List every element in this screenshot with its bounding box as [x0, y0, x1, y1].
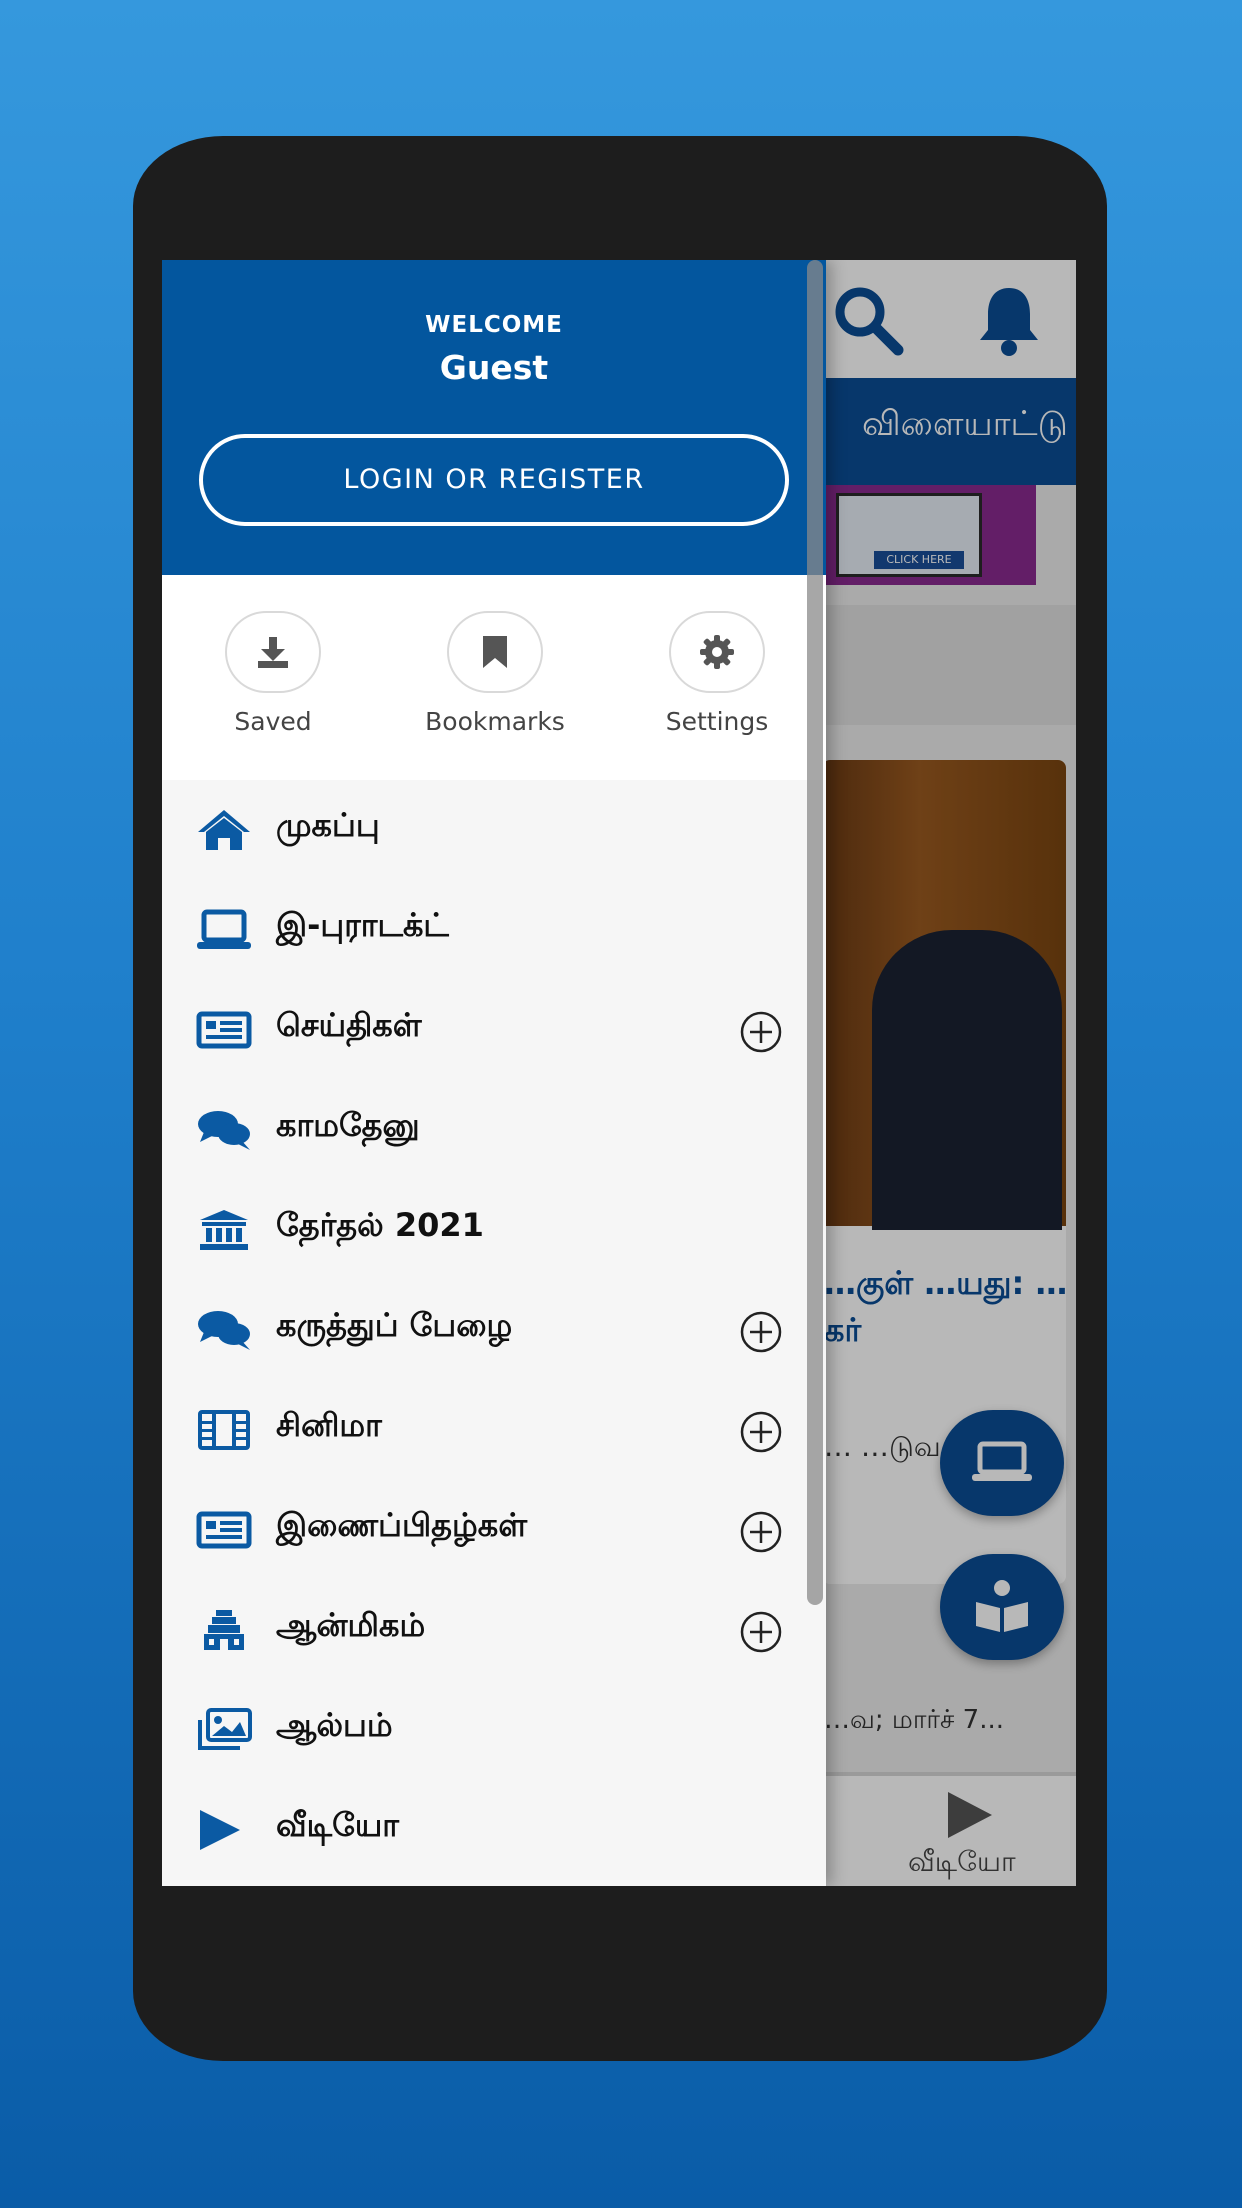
menu-item-kamadhenu[interactable]: காமதேனு — [162, 1080, 826, 1180]
login-register-button[interactable]: LOGIN OR REGISTER — [199, 434, 789, 526]
drawer-header: WELCOME Guest LOGIN OR REGISTER — [162, 260, 826, 575]
expand-plus-icon[interactable] — [739, 1010, 783, 1054]
menu-item-label: முகப்பு — [276, 806, 380, 844]
gear-icon — [700, 635, 734, 669]
menu-item-spiritual[interactable]: ஆன்மிகம் — [162, 1580, 826, 1680]
menu-item-label: ஆன்மிகம் — [276, 1606, 426, 1644]
expand-plus-icon[interactable] — [739, 1410, 783, 1454]
chat-icon — [198, 1311, 250, 1350]
user-name: Guest — [439, 348, 549, 387]
menu-item-opinion[interactable]: கருத்துப் பேழை — [162, 1280, 826, 1380]
saved-label: Saved — [234, 707, 312, 736]
saved-button[interactable]: Saved — [183, 611, 363, 736]
menu-item-supplements[interactable]: இணைப்பிதழ்கள் — [162, 1480, 826, 1580]
navigation-drawer: WELCOME Guest LOGIN OR REGISTER Saved Bo… — [162, 260, 826, 1886]
app-screen: விளையாட்டு CLICK HERE …குள் …யது: …கர் …… — [162, 260, 1076, 1886]
expand-plus-icon[interactable] — [739, 1510, 783, 1554]
newspaper-icon — [196, 1011, 252, 1049]
saved-icon-circle — [225, 611, 321, 693]
download-icon — [258, 637, 288, 668]
laptop-icon — [197, 909, 251, 949]
menu-item-label: காமதேனு — [276, 1106, 420, 1144]
welcome-label: WELCOME — [425, 312, 563, 338]
menu-item-label: செய்திகள் — [276, 1006, 422, 1044]
menu-item-election[interactable]: தேர்தல் 2021 — [162, 1180, 826, 1280]
menu-item-label: தேர்தல் 2021 — [276, 1206, 484, 1244]
menu-item-e-product[interactable]: இ-புராடக்ட் — [162, 880, 826, 980]
menu-item-label: ஆல்பம் — [276, 1706, 393, 1744]
home-icon — [198, 810, 250, 850]
menu-item-label: இணைப்பிதழ்கள் — [276, 1506, 528, 1544]
film-icon — [198, 1410, 250, 1450]
temple-icon — [204, 1610, 244, 1650]
expand-plus-icon[interactable] — [739, 1310, 783, 1354]
drawer-scrollbar[interactable] — [807, 260, 823, 1605]
bookmarks-icon-circle — [447, 611, 543, 693]
menu-item-label: இ-புராடக்ட் — [276, 906, 449, 944]
bookmarks-button[interactable]: Bookmarks — [405, 611, 585, 736]
menu-item-cinema[interactable]: சினிமா — [162, 1380, 826, 1480]
bookmark-icon — [483, 636, 507, 668]
menu-item-news[interactable]: செய்திகள் — [162, 980, 826, 1080]
newspaper-icon — [196, 1511, 252, 1549]
menu-item-video[interactable]: வீடியோ — [162, 1780, 826, 1880]
menu-item-home[interactable]: முகப்பு — [162, 780, 826, 880]
play-icon — [200, 1810, 240, 1850]
quick-actions: Saved Bookmarks Settings — [162, 575, 826, 780]
government-building-icon — [200, 1210, 248, 1250]
settings-icon-circle — [669, 611, 765, 693]
settings-label: Settings — [665, 707, 769, 736]
menu-item-album[interactable]: ஆல்பம் — [162, 1680, 826, 1780]
menu-item-label: வீடியோ — [276, 1806, 399, 1844]
chat-icon — [198, 1111, 250, 1150]
expand-plus-icon[interactable] — [739, 1610, 783, 1654]
menu-item-label: கருத்துப் பேழை — [276, 1306, 513, 1344]
settings-button[interactable]: Settings — [627, 611, 807, 736]
menu-item-label: சினிமா — [276, 1406, 382, 1444]
bookmarks-label: Bookmarks — [425, 707, 565, 736]
images-icon — [198, 1708, 252, 1750]
